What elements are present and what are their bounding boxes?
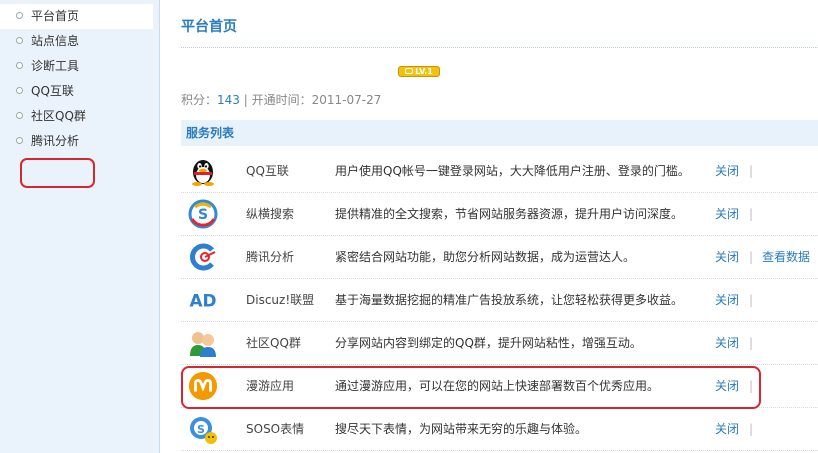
close-service-link[interactable]: 关闭 bbox=[715, 193, 739, 236]
view-data-link[interactable]: 查看数据 bbox=[762, 236, 810, 279]
service-name: 社区QQ群 bbox=[246, 336, 301, 350]
account-stats: 积分：143 | 开通时间：2011-07-27 bbox=[181, 91, 381, 108]
bullet-icon bbox=[16, 137, 23, 144]
action-separator: | bbox=[749, 164, 754, 178]
action-separator: | bbox=[749, 207, 754, 221]
service-description: 提供精准的全文搜索，节省网站服务器资源，提升用户访问深度。 bbox=[335, 207, 684, 221]
close-service-link[interactable]: 关闭 bbox=[715, 322, 739, 365]
service-row-qq-group: 社区QQ群 分享网站内容到绑定的QQ群，提升网站粘性，增强互动。 关闭 | bbox=[181, 322, 818, 365]
highlight-annotation bbox=[20, 158, 95, 188]
service-description: 紧密结合网站功能，助您分析网站数据，成为运营达人。 bbox=[335, 250, 636, 264]
service-row-search: S 纵横搜索 提供精准的全文搜索，节省网站服务器资源，提升用户访问深度。 关闭 … bbox=[181, 193, 818, 236]
action-separator: | bbox=[749, 422, 754, 436]
highlight-annotation bbox=[181, 366, 761, 409]
sidebar-item-label: QQ互联 bbox=[31, 84, 74, 98]
service-row-qq-connect: QQ互联 用户使用QQ帐号一键登录网站，大大降低用户注册、登录的门槛。 关闭 | bbox=[181, 150, 818, 193]
points-label: 积分： bbox=[181, 93, 218, 107]
sidebar-item-label: 腾讯分析 bbox=[31, 134, 80, 148]
sidebar-item-home[interactable]: 平台首页 bbox=[0, 4, 153, 29]
bullet-icon bbox=[16, 112, 23, 119]
close-service-link[interactable]: 关闭 bbox=[715, 236, 739, 279]
svg-text:S: S bbox=[198, 207, 208, 223]
page-title: 平台首页 bbox=[181, 19, 237, 35]
service-description: 基于海量数据挖掘的精准广告投放系统，让您轻松获得更多收益。 bbox=[335, 293, 684, 307]
level-icon bbox=[405, 68, 414, 74]
service-description: 用户使用QQ帐号一键登录网站，大大降低用户注册、登录的门槛。 bbox=[335, 164, 690, 178]
service-name: QQ互联 bbox=[246, 164, 289, 178]
services-header: 服务列表 bbox=[181, 120, 818, 146]
close-service-link[interactable]: 关闭 bbox=[715, 150, 739, 193]
service-row-soso-emoticon: S SOSO表情 搜尽天下表情，为网站带来无穷的乐趣与体验。 关闭 | bbox=[181, 408, 818, 451]
sidebar-item-qq-group[interactable]: 社区QQ群 bbox=[0, 104, 159, 129]
service-description: 分享网站内容到绑定的QQ群，提升网站粘性，增强互动。 bbox=[335, 336, 642, 350]
service-name: SOSO表情 bbox=[246, 422, 305, 436]
service-name: Discuz!联盟 bbox=[246, 293, 315, 307]
svg-text:S: S bbox=[197, 423, 205, 436]
service-description: 搜尽天下表情，为网站带来无穷的乐趣与体验。 bbox=[335, 422, 588, 436]
service-name: 纵横搜索 bbox=[246, 207, 295, 221]
ad-icon: AD bbox=[188, 285, 218, 315]
sidebar-item-site-info[interactable]: 站点信息 bbox=[0, 29, 159, 54]
sidebar-item-tencent-analytics[interactable]: 腾讯分析 bbox=[0, 129, 159, 154]
bullet-icon bbox=[16, 37, 23, 44]
points-value: 143 bbox=[217, 93, 240, 107]
sidebar-item-label: 社区QQ群 bbox=[31, 109, 86, 123]
service-row-analytics: 腾讯分析 紧密结合网站功能，助您分析网站数据，成为运营达人。 关闭 | 查看数据 bbox=[181, 236, 818, 279]
analytics-icon bbox=[188, 242, 218, 272]
svg-text:AD: AD bbox=[189, 291, 216, 311]
open-date-label: 开通时间： bbox=[251, 93, 312, 107]
qq-group-icon bbox=[188, 328, 218, 358]
level-badge: LV.1 bbox=[398, 66, 440, 77]
stats-separator: | bbox=[243, 93, 248, 107]
soso-emoticon-icon: S bbox=[188, 414, 218, 444]
sidebar-item-qq-connect[interactable]: QQ互联 bbox=[0, 79, 159, 104]
bullet-icon bbox=[16, 62, 23, 69]
soso-search-icon: S bbox=[188, 199, 218, 229]
action-separator: | bbox=[749, 250, 754, 264]
service-row-union: AD Discuz!联盟 基于海量数据挖掘的精准广告投放系统，让您轻松获得更多收… bbox=[181, 279, 818, 322]
action-separator: | bbox=[749, 336, 754, 350]
sidebar-item-label: 平台首页 bbox=[31, 9, 80, 23]
action-separator: | bbox=[749, 293, 754, 307]
sidebar-item-label: 站点信息 bbox=[31, 34, 80, 48]
bullet-icon bbox=[16, 87, 23, 94]
service-name: 腾讯分析 bbox=[246, 250, 295, 264]
bullet-icon bbox=[16, 12, 23, 19]
close-service-link[interactable]: 关闭 bbox=[715, 408, 739, 451]
level-label: LV.1 bbox=[415, 67, 433, 76]
open-date-value: 2011-07-27 bbox=[311, 93, 382, 107]
qq-penguin-icon bbox=[188, 156, 218, 186]
close-service-link[interactable]: 关闭 bbox=[715, 279, 739, 322]
sidebar: 平台首页 站点信息 诊断工具 QQ互联 社区QQ群 腾讯分析 bbox=[0, 0, 160, 453]
title-divider bbox=[181, 47, 818, 48]
sidebar-item-label: 诊断工具 bbox=[31, 59, 80, 73]
sidebar-item-diagnostics[interactable]: 诊断工具 bbox=[0, 54, 159, 79]
